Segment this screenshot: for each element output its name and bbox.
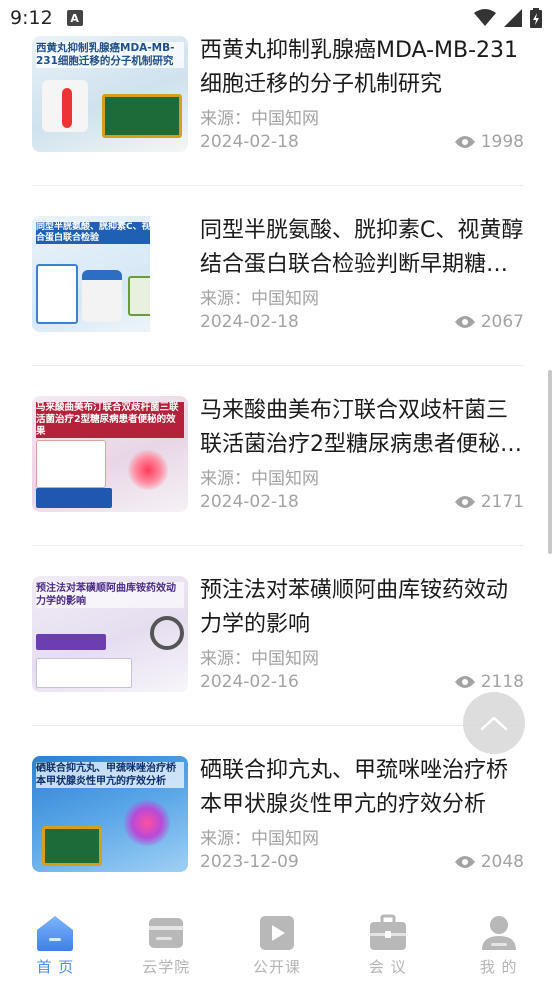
article-title[interactable]: 预注法对苯磺顺阿曲库铵药效动力学的影响 (200, 574, 524, 642)
article-date: 2023-12-09 (200, 852, 299, 872)
views-count: 2171 (480, 492, 524, 512)
app-screen: 9:12 A 西黄丸抑制乳腺癌MDA-MB-231细胞迁移的分子机制研究 西黄丸… (0, 0, 554, 984)
tab-open-class[interactable]: 公开课 (222, 900, 333, 984)
ribbon-shape (62, 88, 72, 128)
thumbnail-caption: 马来酸曲美布汀联合双歧杆菌三联活菌治疗2型糖尿病患者便秘的效果 (36, 402, 184, 438)
article-date: 2024-02-16 (200, 672, 299, 692)
article-title[interactable]: 马来酸曲美布汀联合双歧杆菌三联活菌治疗2型糖尿病患者便秘的效果 (200, 394, 524, 462)
medicine-box (42, 826, 102, 866)
article-source: 来源：中国知网 (200, 109, 319, 129)
home-icon (37, 916, 74, 951)
article-thumbnail: 同型半胱氨酸、胱抑素C、视黄醇结合蛋白联合检验 (32, 216, 188, 332)
article-item[interactable]: 预注法对苯磺顺阿曲库铵药效动力学的影响 预注法对苯磺顺阿曲库铵药效动力学的影响 … (32, 546, 524, 726)
article-source: 来源：中国知网 (200, 649, 319, 669)
article-source: 来源：中国知网 (200, 469, 319, 489)
article-title[interactable]: 硒联合抑亢丸、甲巯咪唑治疗桥本甲状腺炎性甲亢的疗效分析 (200, 754, 524, 822)
eye-icon (454, 856, 475, 868)
tab-label: 我 的 (479, 958, 518, 976)
thyroid-glow (124, 800, 170, 846)
article-date: 2024-02-18 (200, 312, 299, 332)
medicine-bottle (82, 270, 122, 322)
back-to-top-button[interactable] (463, 692, 525, 754)
views-count: 2118 (480, 672, 524, 692)
views-count: 2067 (480, 312, 524, 332)
article-date: 2024-02-18 (200, 492, 299, 512)
chevron-up-icon (480, 716, 508, 731)
views-count: 2048 (480, 852, 524, 872)
tab-meeting[interactable]: 会 议 (332, 900, 443, 984)
medicine-box (102, 94, 182, 138)
stethoscope-shape (150, 616, 184, 650)
tab-label: 云学院 (142, 958, 191, 976)
feature-banner (36, 634, 106, 650)
battery-icon (530, 8, 542, 28)
tab-home[interactable]: 首 页 (0, 900, 111, 984)
article-item[interactable]: 硒联合抑亢丸、甲巯咪唑治疗桥本甲状腺炎性甲亢的疗效分析 硒联合抑亢丸、甲巯咪唑治… (32, 726, 524, 906)
article-source: 来源：中国知网 (200, 289, 319, 309)
article-thumbnail: 马来酸曲美布汀联合双歧杆菌三联活菌治疗2型糖尿病患者便秘的效果 (32, 396, 188, 512)
article-views: 2067 (454, 312, 524, 332)
tab-cloud-academy[interactable]: 云学院 (111, 900, 222, 984)
views-count: 1998 (480, 132, 524, 152)
eye-icon (454, 316, 475, 328)
article-thumbnail: 西黄丸抑制乳腺癌MDA-MB-231细胞迁移的分子机制研究 (32, 36, 188, 152)
article-title[interactable]: 西黄丸抑制乳腺癌MDA-MB-231细胞迁移的分子机制研究 (200, 34, 524, 102)
medicine-box (36, 658, 132, 688)
tab-label: 会 议 (368, 958, 407, 976)
briefcase-icon (369, 914, 406, 950)
thumbnail-caption: 硒联合抑亢丸、甲巯咪唑治疗桥本甲状腺炎性甲亢的疗效分析 (36, 762, 184, 788)
tab-label: 公开课 (252, 958, 301, 976)
info-card (36, 440, 106, 488)
article-item[interactable]: 同型半胱氨酸、胱抑素C、视黄醇结合蛋白联合检验 同型半胱氨酸、胱抑素C、视黄醇结… (32, 186, 524, 366)
article-views: 1998 (454, 132, 524, 152)
eye-icon (454, 136, 475, 148)
bottom-tab-bar: 首 页 云学院 公开课 会 议 我 的 (0, 900, 554, 984)
thumbnail-caption: 预注法对苯磺顺阿曲库铵药效动力学的影响 (36, 582, 184, 608)
video-icon (259, 916, 294, 950)
article-source: 来源：中国知网 (200, 829, 319, 849)
eye-icon (454, 676, 475, 688)
article-title[interactable]: 同型半胱氨酸、胱抑素C、视黄醇结合蛋白联合检验判断早期糖尿病肾病的价值 (200, 214, 524, 282)
pain-glow (128, 450, 168, 490)
article-views: 2171 (454, 492, 524, 512)
article-thumbnail: 预注法对苯磺顺阿曲库铵药效动力学的影响 (32, 576, 188, 692)
scrollbar-thumb[interactable] (548, 370, 552, 554)
article-item[interactable]: 西黄丸抑制乳腺癌MDA-MB-231细胞迁移的分子机制研究 西黄丸抑制乳腺癌MD… (32, 6, 524, 186)
eye-icon (454, 496, 475, 508)
doctor-coat (150, 216, 188, 332)
article-views: 2048 (454, 852, 524, 872)
tab-label: 首 页 (36, 958, 75, 976)
thumbnail-caption: 西黄丸抑制乳腺癌MDA-MB-231细胞迁移的分子机制研究 (36, 42, 184, 68)
wallet-icon (149, 918, 184, 948)
medicine-box (36, 488, 112, 508)
article-thumbnail: 硒联合抑亢丸、甲巯咪唑治疗桥本甲状腺炎性甲亢的疗效分析 (32, 756, 188, 872)
medicine-box (36, 264, 78, 324)
article-item[interactable]: 马来酸曲美布汀联合双歧杆菌三联活菌治疗2型糖尿病患者便秘的效果 马来酸曲美布汀联… (32, 366, 524, 546)
article-views: 2118 (454, 672, 524, 692)
user-icon (481, 916, 516, 950)
article-date: 2024-02-18 (200, 132, 299, 152)
tab-profile[interactable]: 我 的 (443, 900, 554, 984)
